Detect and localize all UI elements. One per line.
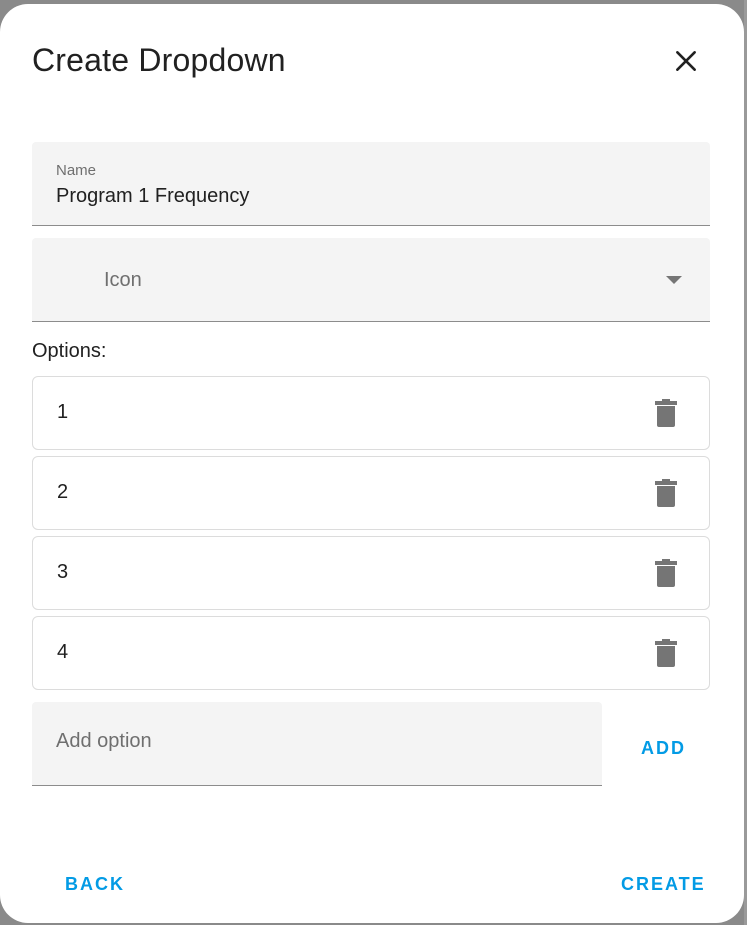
dialog-title: Create Dropdown [32, 42, 286, 78]
option-item: 4 [32, 616, 710, 690]
trash-icon [655, 559, 677, 587]
name-label: Name [56, 162, 97, 179]
option-item: 2 [32, 456, 710, 530]
delete-option-button[interactable] [644, 551, 688, 595]
delete-option-button[interactable] [644, 471, 688, 515]
caret-down-icon [666, 276, 682, 284]
option-value[interactable]: 2 [57, 481, 68, 504]
option-value[interactable]: 4 [57, 641, 68, 664]
trash-icon [655, 639, 677, 667]
delete-option-button[interactable] [644, 631, 688, 675]
options-heading: Options: [32, 340, 107, 362]
add-option-input[interactable] [56, 730, 576, 753]
create-dropdown-dialog: Create Dropdown Name Program 1 Frequency… [0, 4, 744, 923]
add-option-button[interactable]: ADD [641, 738, 686, 759]
back-button[interactable]: BACK [65, 874, 125, 895]
name-field[interactable]: Name Program 1 Frequency [32, 142, 710, 226]
create-button[interactable]: CREATE [621, 874, 706, 895]
trash-icon [655, 399, 677, 427]
option-item: 3 [32, 536, 710, 610]
close-icon [676, 51, 696, 71]
add-option-field[interactable] [32, 702, 602, 786]
icon-select-label: Icon [104, 269, 142, 291]
icon-select[interactable]: Icon [32, 238, 710, 322]
name-value[interactable]: Program 1 Frequency [56, 185, 249, 208]
option-item: 1 [32, 376, 710, 450]
delete-option-button[interactable] [644, 391, 688, 435]
close-button[interactable] [662, 37, 710, 85]
trash-icon [655, 479, 677, 507]
option-value[interactable]: 3 [57, 561, 68, 584]
option-value[interactable]: 1 [57, 401, 68, 424]
